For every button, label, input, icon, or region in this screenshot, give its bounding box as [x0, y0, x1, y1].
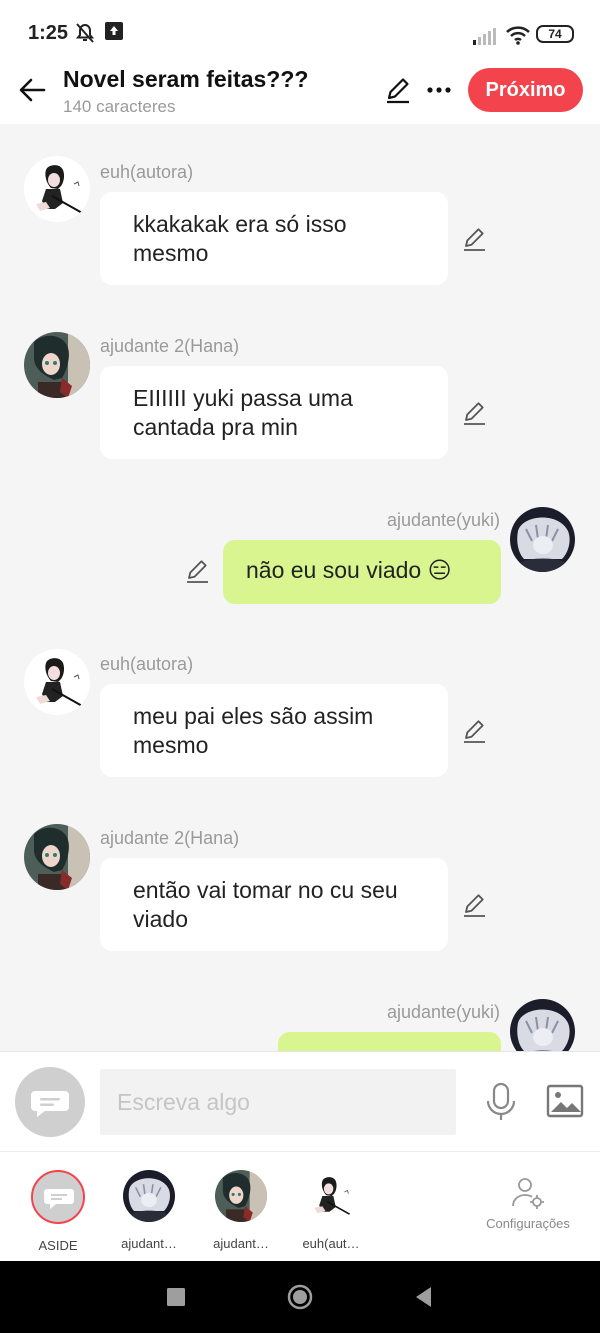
- signal-icon: [473, 28, 496, 45]
- message-sender: ajudante(yuki): [386, 510, 500, 530]
- page-title: Novel seram feitas???: [63, 66, 309, 92]
- yuki-avatar: [123, 1170, 175, 1222]
- edit-message-icon[interactable]: [461, 718, 487, 744]
- character-author[interactable]: euh(aut…: [286, 1170, 376, 1251]
- character-label: euh(aut…: [302, 1236, 360, 1251]
- recent-apps-icon[interactable]: [162, 1283, 190, 1311]
- character-count: 140 caracteres: [63, 97, 176, 116]
- author-avatar[interactable]: [24, 156, 90, 222]
- hana-avatar[interactable]: [24, 824, 90, 890]
- yuki-avatar[interactable]: [510, 999, 575, 1051]
- back-nav-icon[interactable]: [410, 1283, 438, 1311]
- upload-icon: [105, 22, 123, 40]
- yuki-avatar[interactable]: [510, 507, 575, 572]
- message-sender: ajudante(yuki): [386, 1002, 500, 1022]
- character-aside[interactable]: ASIDE: [13, 1170, 103, 1253]
- message-bubble[interactable]: [278, 1032, 501, 1051]
- image-icon[interactable]: [546, 1084, 584, 1118]
- message-bubble[interactable]: então vai tomar no cu seu viado: [100, 858, 448, 951]
- message-sender: euh(autora): [100, 654, 194, 674]
- speech-bubble-icon: [31, 1091, 69, 1117]
- user-settings-icon: [512, 1178, 544, 1209]
- edit-message-icon[interactable]: [461, 226, 487, 252]
- message-input[interactable]: [100, 1069, 456, 1135]
- message-sender: ajudante 2(Hana): [100, 336, 240, 356]
- message-sender: euh(autora): [100, 162, 194, 182]
- edit-message-icon[interactable]: [184, 558, 210, 584]
- settings-button[interactable]: Configurações: [478, 1176, 578, 1231]
- character-hana[interactable]: ajudant…: [196, 1170, 286, 1251]
- status-bar: 1:25 74: [0, 0, 600, 62]
- character-label: ASIDE: [38, 1238, 78, 1253]
- author-avatar: [305, 1170, 357, 1222]
- message-bubble[interactable]: EIIIIII yuki passa uma cantada pra min: [100, 366, 448, 459]
- header: Novel seram feitas??? 140 caracteres Pró…: [0, 62, 600, 124]
- more-options-icon[interactable]: [425, 76, 453, 104]
- aside-toggle-button[interactable]: [15, 1067, 85, 1137]
- character-label: ajudant…: [213, 1236, 269, 1251]
- character-yuki[interactable]: ajudant…: [104, 1170, 194, 1251]
- edit-message-icon[interactable]: [461, 400, 487, 426]
- character-label: ajudant…: [121, 1236, 177, 1251]
- back-arrow-icon[interactable]: [16, 74, 48, 106]
- edit-title-icon[interactable]: [384, 76, 412, 104]
- character-bar: ASIDE ajudant… ajudant… euh(aut… Configu…: [0, 1151, 600, 1261]
- message-bubble[interactable]: kkakakak era só isso mesmo: [100, 192, 448, 285]
- hana-avatar[interactable]: [24, 332, 90, 398]
- chat-area[interactable]: euh(autora) kkakakak era só isso mesmo a…: [0, 124, 600, 1051]
- status-time: 1:25: [28, 22, 69, 44]
- settings-label: Configurações: [486, 1216, 570, 1231]
- mute-bell-icon: [75, 23, 95, 43]
- battery-indicator: 74: [536, 25, 574, 43]
- wifi-icon: [506, 26, 530, 45]
- message-sender: ajudante 2(Hana): [100, 828, 240, 848]
- input-bar: [0, 1051, 600, 1151]
- system-nav-bar: [0, 1261, 600, 1333]
- edit-message-icon[interactable]: [461, 892, 487, 918]
- author-avatar[interactable]: [24, 649, 90, 715]
- aside-icon: [31, 1170, 85, 1224]
- next-button[interactable]: Próximo: [468, 68, 583, 112]
- microphone-icon[interactable]: [484, 1082, 518, 1122]
- home-icon[interactable]: [286, 1283, 314, 1311]
- hana-avatar: [215, 1170, 267, 1222]
- message-bubble[interactable]: meu pai eles são assim mesmo: [100, 684, 448, 777]
- message-bubble[interactable]: não eu sou viado 😑: [223, 540, 501, 604]
